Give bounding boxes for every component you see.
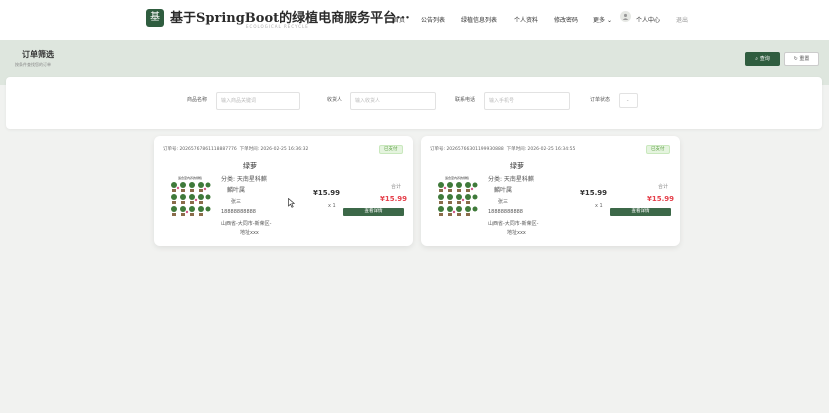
- nav-home[interactable]: 首页: [393, 15, 405, 24]
- search-button[interactable]: ⌕ 查询: [745, 52, 780, 66]
- plant-pots-icon: [171, 182, 211, 216]
- product-name[interactable]: 绿萝: [510, 161, 524, 171]
- order-card: 订单号: 20265766301199930888 下单时间: 2026-02-…: [421, 136, 680, 246]
- nav-announcements[interactable]: 公告列表: [421, 15, 445, 24]
- order-status-select[interactable]: ⌄: [619, 93, 638, 108]
- plant-pots-icon: [438, 182, 478, 216]
- total-price: ¥15.99: [647, 195, 675, 203]
- banner-title: 订单筛选: [22, 50, 54, 59]
- site-logo[interactable]: 基: [146, 9, 164, 27]
- product-category: 分类: 天南星科麒: [221, 176, 267, 183]
- order-time: 下单时间: 2026-02-25 16:36:32: [239, 147, 309, 152]
- reset-button-label: 重置: [799, 56, 810, 62]
- view-details-button[interactable]: 查看详情: [343, 208, 404, 216]
- order-card: 订单号: 20265767861118887776 下单时间: 2026-02-…: [154, 136, 413, 246]
- status-badge: 已支付: [379, 145, 403, 154]
- order-number: 订单号: 20265767861118887776: [163, 147, 237, 152]
- quantity: x 1: [328, 203, 336, 209]
- nav-profile[interactable]: 个人资料: [514, 15, 538, 24]
- receiver-phone: 18888888888: [488, 209, 523, 215]
- receiver-address-cont: 地址xxx: [507, 230, 526, 236]
- product-category-cont: 麟叶属: [227, 187, 246, 194]
- nav-more[interactable]: 更多 ⌄: [593, 15, 612, 24]
- nav-more-label: 更多: [593, 17, 606, 24]
- receiver-name: 张三: [498, 199, 509, 205]
- search-button-label: 查询: [759, 56, 770, 62]
- reset-button[interactable]: ↻ 重置: [784, 52, 819, 66]
- search-icon: ⌕: [755, 56, 759, 62]
- nav-user-center[interactable]: 个人中心: [636, 15, 660, 24]
- mouse-cursor-icon: [288, 198, 295, 208]
- quantity: x 1: [595, 203, 603, 209]
- order-number-time: 订单号: 20265766301199930888 下单时间: 2026-02-…: [430, 146, 575, 152]
- order-number: 订单号: 20265766301199930888: [430, 147, 504, 152]
- top-navigation-bar: [0, 0, 829, 40]
- chevron-down-icon: ⌄: [626, 97, 630, 102]
- order-status-label: 订单状态: [590, 97, 611, 103]
- product-category: 分类: 天南星科麒: [488, 176, 534, 183]
- status-badge: 已支付: [646, 145, 670, 154]
- receiver-address-cont: 地址xxx: [240, 230, 259, 236]
- banner-subtitle: 按条件查找您的订单: [15, 62, 51, 67]
- nav-logout[interactable]: 退出: [676, 15, 688, 24]
- nav-change-password[interactable]: 修改密码: [554, 15, 578, 24]
- product-name-label: 商品名称: [187, 97, 208, 103]
- product-image[interactable]: 适合室内养的绿植: [436, 176, 478, 221]
- product-name[interactable]: 绿萝: [243, 161, 257, 171]
- user-avatar-icon[interactable]: [620, 11, 631, 22]
- view-details-button[interactable]: 查看详情: [610, 208, 671, 216]
- receiver-input[interactable]: 输入收货人: [350, 92, 436, 110]
- chevron-down-icon: ⌄: [606, 17, 612, 24]
- order-time: 下单时间: 2026-02-25 16:34:55: [506, 147, 576, 152]
- total-price: ¥15.99: [380, 195, 408, 203]
- phone-input[interactable]: 输入手机号: [484, 92, 570, 110]
- product-image[interactable]: 适合室内养的绿植: [169, 176, 211, 221]
- unit-price: ¥15.99: [313, 189, 341, 197]
- nav-plant-list[interactable]: 绿植信息列表: [461, 15, 497, 24]
- refresh-icon: ↻: [793, 56, 798, 62]
- receiver-address: 山西省-大同市-新荣区-: [488, 221, 539, 227]
- receiver-label: 收货人: [327, 97, 343, 103]
- receiver-address: 山西省-大同市-新荣区-: [221, 221, 272, 227]
- total-label: 合计: [658, 184, 669, 190]
- order-number-time: 订单号: 20265767861118887776 下单时间: 2026-02-…: [163, 146, 308, 152]
- unit-price: ¥15.99: [580, 189, 608, 197]
- product-name-input[interactable]: 输入商品关键词: [216, 92, 300, 110]
- receiver-phone: 18888888888: [221, 209, 256, 215]
- product-category-cont: 麟叶属: [494, 187, 513, 194]
- total-label: 合计: [391, 184, 402, 190]
- phone-label: 联系电话: [455, 97, 476, 103]
- receiver-name: 张三: [231, 199, 242, 205]
- site-subtitle: ECOLOGICAL RECYCLE: [246, 24, 309, 29]
